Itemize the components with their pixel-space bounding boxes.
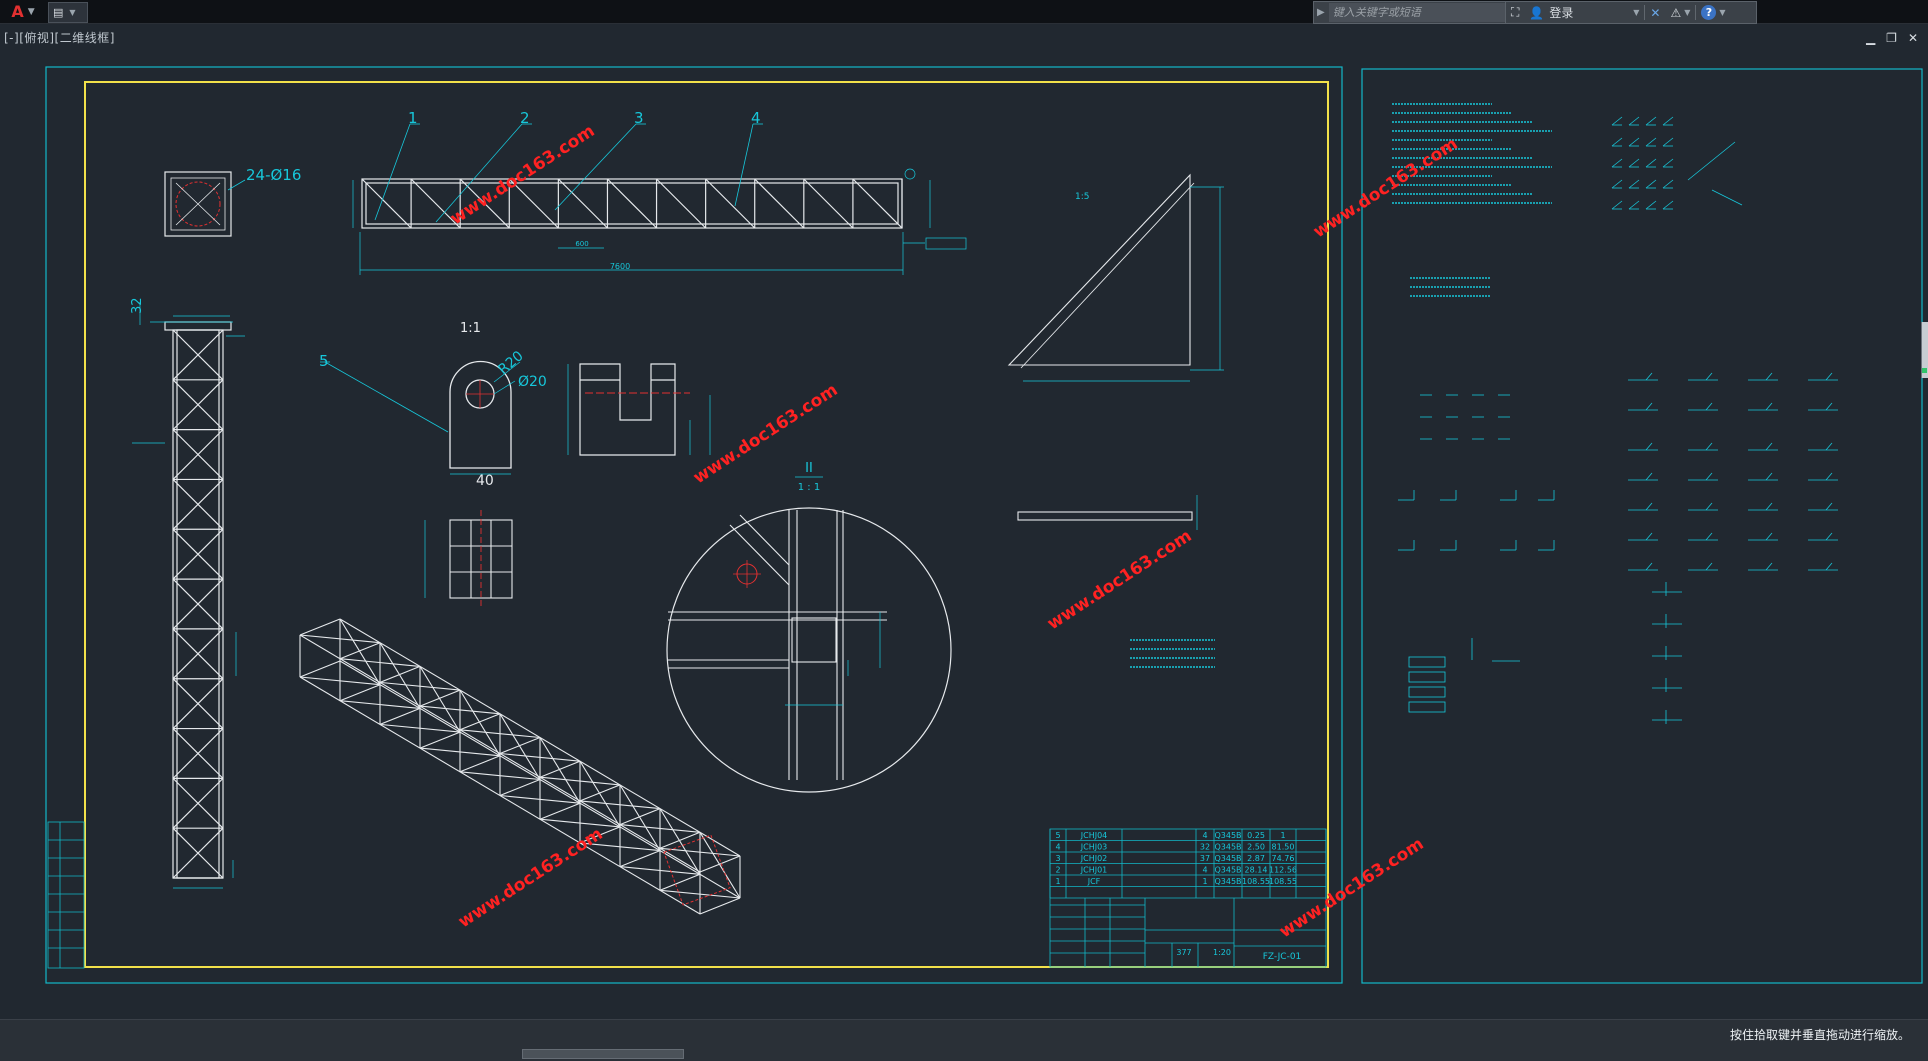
sheet-frame-outer: [45, 66, 1343, 984]
svg-text:4: 4: [1055, 843, 1060, 852]
svg-text:Q345B: Q345B: [1214, 831, 1241, 840]
svg-text:112.56: 112.56: [1269, 866, 1297, 875]
svg-text:1: 1: [1280, 831, 1285, 840]
svg-text:Q345B: Q345B: [1214, 866, 1241, 875]
revision-block: [47, 821, 85, 969]
pin-scale: 1:1: [460, 321, 481, 336]
flange-view: 24-Ø16: [164, 166, 301, 237]
notes-sheet: [1130, 103, 1838, 724]
svg-text:JCHJ01: JCHJ01: [1080, 866, 1108, 875]
balloon-5: 5: [319, 352, 329, 370]
svg-text:81.50: 81.50: [1272, 843, 1295, 852]
total-weight: 377: [1176, 948, 1191, 957]
drawing-number: FZ-JC-01: [1263, 952, 1302, 962]
svg-text:0.25: 0.25: [1247, 831, 1265, 840]
svg-text:2: 2: [1055, 866, 1060, 875]
detail-label: II: [805, 461, 813, 476]
svg-text:37: 37: [1200, 854, 1210, 863]
truss-front-view: 32: [130, 297, 245, 889]
watermark: www.doc163.com: [1276, 834, 1428, 942]
bracket-view: 1:5: [1007, 173, 1224, 530]
plate-part: [424, 510, 513, 606]
truss-side-view: 7600 600 1 2 3 4: [352, 109, 967, 275]
status-message: 按住拾取键并垂直拖动进行缩放。: [1729, 1028, 1910, 1042]
svg-text:JCF: JCF: [1087, 877, 1101, 886]
svg-text:32: 32: [1200, 843, 1210, 852]
svg-text:2.87: 2.87: [1247, 854, 1265, 863]
detail-scale: 1 : 1: [798, 482, 820, 493]
bracket-scale: 1:5: [1075, 192, 1089, 202]
status-indicator-icon: [1922, 368, 1927, 373]
svg-text:1: 1: [1055, 877, 1060, 886]
truss-isometric-view: [299, 618, 741, 915]
svg-text:Q345B: Q345B: [1214, 877, 1241, 886]
svg-text:108.55: 108.55: [1269, 877, 1297, 886]
svg-text:28.14: 28.14: [1245, 866, 1268, 875]
svg-text:3: 3: [1055, 854, 1060, 863]
balloon-2: 2: [520, 109, 530, 127]
svg-text:Q345B: Q345B: [1214, 843, 1241, 852]
watermark: www.doc163.com: [1310, 134, 1462, 242]
pin-width-dim: 40: [476, 473, 494, 489]
notes-frame: [1361, 68, 1923, 984]
detail-ii-view: II 1 : 1: [666, 461, 952, 793]
balloon-3: 3: [634, 109, 644, 127]
hole-pattern-label: 24-Ø16: [246, 166, 301, 184]
svg-text:7600: 7600: [610, 262, 630, 271]
drawing-scale: 1:20: [1213, 948, 1231, 957]
title-block: 5 JCHJ04 4 Q345B 0.25 14 JCHJ03 32 Q345B 2.50 81.5…: [1049, 828, 1327, 968]
drawing-canvas[interactable]: 24-Ø16 7600 600 1 2 3 4 32 1:1 40 R20 Ø2…: [0, 0, 1928, 1019]
svg-text:108.55: 108.55: [1242, 877, 1270, 886]
sheet-frame-inner: [84, 81, 1329, 968]
pin-part: 1:1 40 R20 Ø20 5: [319, 321, 547, 489]
svg-text:5: 5: [1055, 831, 1060, 840]
watermark: www.doc163.com: [690, 380, 842, 488]
svg-text:600: 600: [575, 240, 588, 248]
watermark: www.doc163.com: [455, 824, 607, 932]
horizontal-scrollbar[interactable]: [522, 1049, 684, 1059]
clevis-part: [567, 363, 711, 456]
svg-text:JCHJ02: JCHJ02: [1080, 854, 1108, 863]
svg-text:JCHJ04: JCHJ04: [1080, 831, 1108, 840]
svg-text:1: 1: [1202, 877, 1207, 886]
svg-text:Q345B: Q345B: [1214, 854, 1241, 863]
pin-hole-dim: Ø20: [518, 374, 547, 390]
svg-text:74.76: 74.76: [1272, 854, 1295, 863]
watermark: www.doc163.com: [1044, 526, 1196, 634]
svg-text:4: 4: [1202, 866, 1207, 875]
balloon-1: 1: [408, 109, 418, 127]
svg-text:JCHJ03: JCHJ03: [1080, 843, 1108, 852]
tower-top-dim: 32: [130, 297, 145, 314]
watermarks: www.doc163.com www.doc163.com www.doc163…: [447, 121, 1462, 942]
balloon-4: 4: [751, 109, 761, 127]
status-bar: 按住拾取键并垂直拖动进行缩放。: [0, 1019, 1928, 1061]
svg-text:2.50: 2.50: [1247, 843, 1265, 852]
watermark: www.doc163.com: [447, 121, 599, 229]
svg-text:4: 4: [1202, 831, 1207, 840]
